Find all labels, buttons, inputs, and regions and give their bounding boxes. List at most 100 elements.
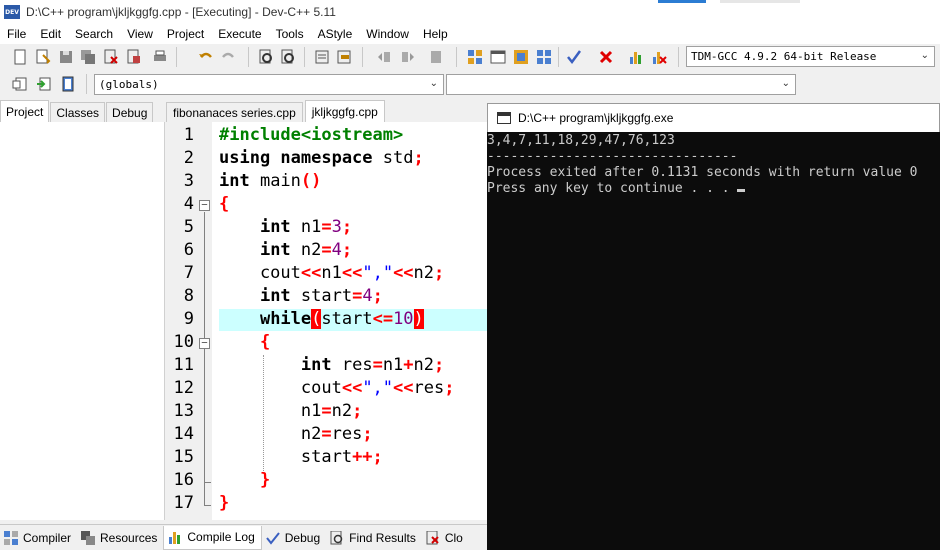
line-number: 12 [173, 378, 194, 398]
find-icon[interactable] [258, 49, 274, 65]
title-bar: DEV D:\C++ program\jkljkggfg.cpp - [Exec… [0, 0, 940, 24]
close-file-icon[interactable] [103, 49, 119, 65]
toolbar-separator [558, 47, 559, 67]
menu-execute[interactable]: Execute [211, 27, 268, 41]
tab-compile-log[interactable]: Compile Log [163, 525, 262, 550]
debug-check-icon [265, 531, 280, 545]
code-line: n2=res; [219, 424, 373, 444]
print-icon[interactable] [152, 49, 168, 65]
tab-resources-label: Resources [100, 530, 158, 545]
goto-line-icon[interactable] [314, 49, 330, 65]
compiler-grid-icon [4, 530, 18, 545]
code-line: { [259, 332, 271, 352]
open-file-icon[interactable] [35, 49, 51, 65]
tab-resources[interactable]: Resources [77, 526, 163, 550]
toggle-bookmark-icon[interactable] [336, 49, 352, 65]
line-number: 3 [183, 171, 194, 191]
menu-search[interactable]: Search [68, 27, 120, 41]
code-line: } [259, 470, 271, 490]
fold-end [204, 482, 211, 483]
tab-compiler-label: Compiler [23, 530, 72, 545]
console-line: 3,4,7,11,18,29,47,76,123 [487, 133, 675, 148]
tab-close[interactable]: Clo [422, 526, 469, 550]
goto-declaration-icon[interactable] [36, 76, 52, 92]
chevron-down-icon: ⌄ [429, 78, 438, 89]
delete-profile-icon[interactable] [651, 49, 667, 65]
toolbar-separator [176, 47, 177, 67]
menu-edit[interactable]: Edit [33, 27, 68, 41]
left-panel-tabs: Project Classes Debug [0, 100, 165, 122]
bottom-tabs: Compiler Resources Compile Log Debug Fin… [0, 524, 487, 550]
code-line: int n1=3; [259, 217, 353, 237]
comment-icon[interactable] [428, 49, 444, 65]
new-file-icon[interactable] [12, 49, 28, 65]
console-cursor [737, 189, 746, 192]
stop-execution-icon[interactable] [598, 49, 614, 65]
menu-window[interactable]: Window [359, 27, 416, 41]
goto-definition-icon[interactable] [60, 76, 76, 92]
line-number: 5 [183, 217, 194, 237]
tab-find-results[interactable]: Find Results [326, 526, 422, 550]
tab-classes[interactable]: Classes [50, 102, 106, 122]
save-icon[interactable] [58, 49, 74, 65]
tab-project[interactable]: Project [0, 100, 50, 122]
line-number: 10 [173, 332, 194, 352]
compiler-select[interactable]: TDM-GCC 4.9.2 64-bit Release ⌄ [686, 46, 935, 67]
line-number: 6 [183, 240, 194, 260]
menu-view[interactable]: View [120, 27, 160, 41]
undo-icon[interactable] [198, 49, 214, 65]
title-accent [658, 0, 706, 3]
replace-icon[interactable] [280, 49, 296, 65]
tab-compiler[interactable]: Compiler [0, 526, 77, 550]
compile-icon[interactable] [467, 49, 483, 65]
save-all-icon[interactable] [80, 49, 96, 65]
menu-astyle[interactable]: AStyle [311, 27, 360, 41]
find-results-icon [330, 530, 343, 544]
line-number: 8 [183, 286, 194, 306]
console-output[interactable]: 3,4,7,11,18,29,47,76,123 ---------------… [487, 132, 940, 550]
chevron-down-icon: ⌄ [920, 50, 929, 61]
tab-jkljkggfg[interactable]: jkljkggfg.cpp [304, 100, 385, 122]
insert-icon[interactable] [12, 76, 28, 92]
tab-debug-bottom[interactable]: Debug [262, 526, 326, 550]
compile-log-chart-icon [169, 532, 181, 544]
fold-line [204, 212, 205, 506]
chevron-down-icon: ⌄ [781, 78, 790, 89]
close-all-icon[interactable] [126, 49, 142, 65]
code-line: while(start<=10) [259, 309, 424, 329]
console-line: Press any key to continue . . . [487, 181, 738, 196]
profile-chart-icon[interactable] [628, 49, 644, 65]
code-line: using namespace std; [219, 148, 424, 168]
menu-file[interactable]: File [0, 27, 33, 41]
scope-select-value: (globals) [99, 78, 159, 91]
fold-toggle-icon[interactable]: – [199, 338, 210, 349]
scope-select[interactable]: (globals) ⌄ [94, 74, 444, 95]
line-number: 7 [183, 263, 194, 283]
menu-project[interactable]: Project [160, 27, 211, 41]
syntax-check-icon[interactable] [566, 49, 582, 65]
redo-icon[interactable] [220, 49, 236, 65]
code-line: } [219, 493, 230, 513]
line-number: 9 [183, 309, 194, 329]
class-toolbar: (globals) ⌄ ⌄ [0, 70, 940, 98]
menu-tools[interactable]: Tools [269, 27, 311, 41]
fold-end [204, 505, 211, 506]
tab-debug[interactable]: Debug [106, 102, 154, 122]
indent-left-icon[interactable] [376, 49, 392, 65]
tab-fibonanaces-series[interactable]: fibonanaces series.cpp [166, 102, 303, 122]
function-select[interactable]: ⌄ [446, 74, 796, 95]
code-line: #include<iostream> [219, 125, 404, 145]
compile-run-icon[interactable] [513, 49, 529, 65]
line-number: 11 [173, 355, 194, 375]
indent-right-icon[interactable] [400, 49, 416, 65]
code-line: n1=n2; [219, 401, 363, 421]
menu-help[interactable]: Help [416, 27, 455, 41]
code-line: int res=n1+n2; [300, 355, 445, 375]
fold-toggle-icon[interactable]: – [199, 200, 210, 211]
line-number: 1 [183, 125, 194, 145]
rebuild-icon[interactable] [536, 49, 552, 65]
line-number: 14 [173, 424, 194, 444]
console-title-bar[interactable]: D:\C++ program\jkljkggfg.exe [487, 103, 940, 132]
close-tab-icon [426, 530, 439, 544]
run-icon[interactable] [490, 49, 506, 65]
